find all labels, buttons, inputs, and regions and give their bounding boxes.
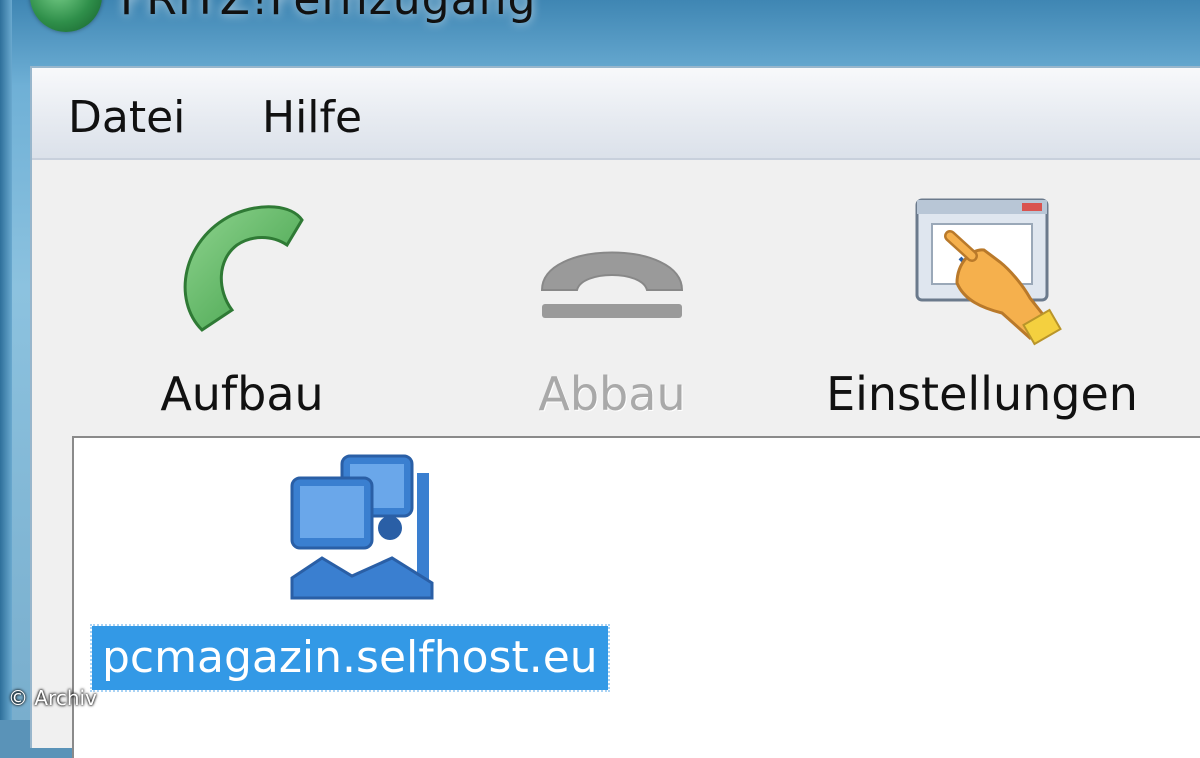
menu-bar: Datei Hilfe <box>32 68 1200 160</box>
abbau-button[interactable]: Abbau <box>502 160 722 438</box>
connection-item[interactable]: pcmagazin.selfhost.eu <box>90 448 632 698</box>
phone-hangup-icon <box>540 251 684 318</box>
abbau-label: Abbau <box>538 367 686 421</box>
network-computers-icon <box>282 448 452 618</box>
aufbau-label: Aufbau <box>160 367 324 421</box>
title-bar[interactable]: FRITZ!Fernzugang <box>0 0 1200 66</box>
menu-datei[interactable]: Datei <box>62 90 191 146</box>
frame-edge <box>0 0 12 720</box>
app-window: Datei Hilfe Aufbau Abbau Einstellungen p… <box>30 66 1200 758</box>
menu-hilfe[interactable]: Hilfe <box>256 90 368 146</box>
window-frame: FRITZ!Fernzugang Datei Hilfe Aufbau <box>0 0 1200 758</box>
phone-connect-icon <box>183 205 304 332</box>
connection-label[interactable]: pcmagazin.selfhost.eu <box>90 624 610 692</box>
window-title: FRITZ!Fernzugang <box>120 0 536 25</box>
toolbar: Aufbau Abbau Einstellungen <box>32 160 1200 438</box>
aufbau-button[interactable]: Aufbau <box>132 160 352 438</box>
connection-list[interactable]: pcmagazin.selfhost.eu <box>72 436 1200 758</box>
einstellungen-button[interactable]: Einstellungen <box>792 160 1172 438</box>
app-globe-icon <box>30 0 102 32</box>
copyright-watermark: © Archiv <box>8 686 97 710</box>
einstellungen-label: Einstellungen <box>826 367 1138 421</box>
settings-window-hand-icon <box>915 198 1062 346</box>
